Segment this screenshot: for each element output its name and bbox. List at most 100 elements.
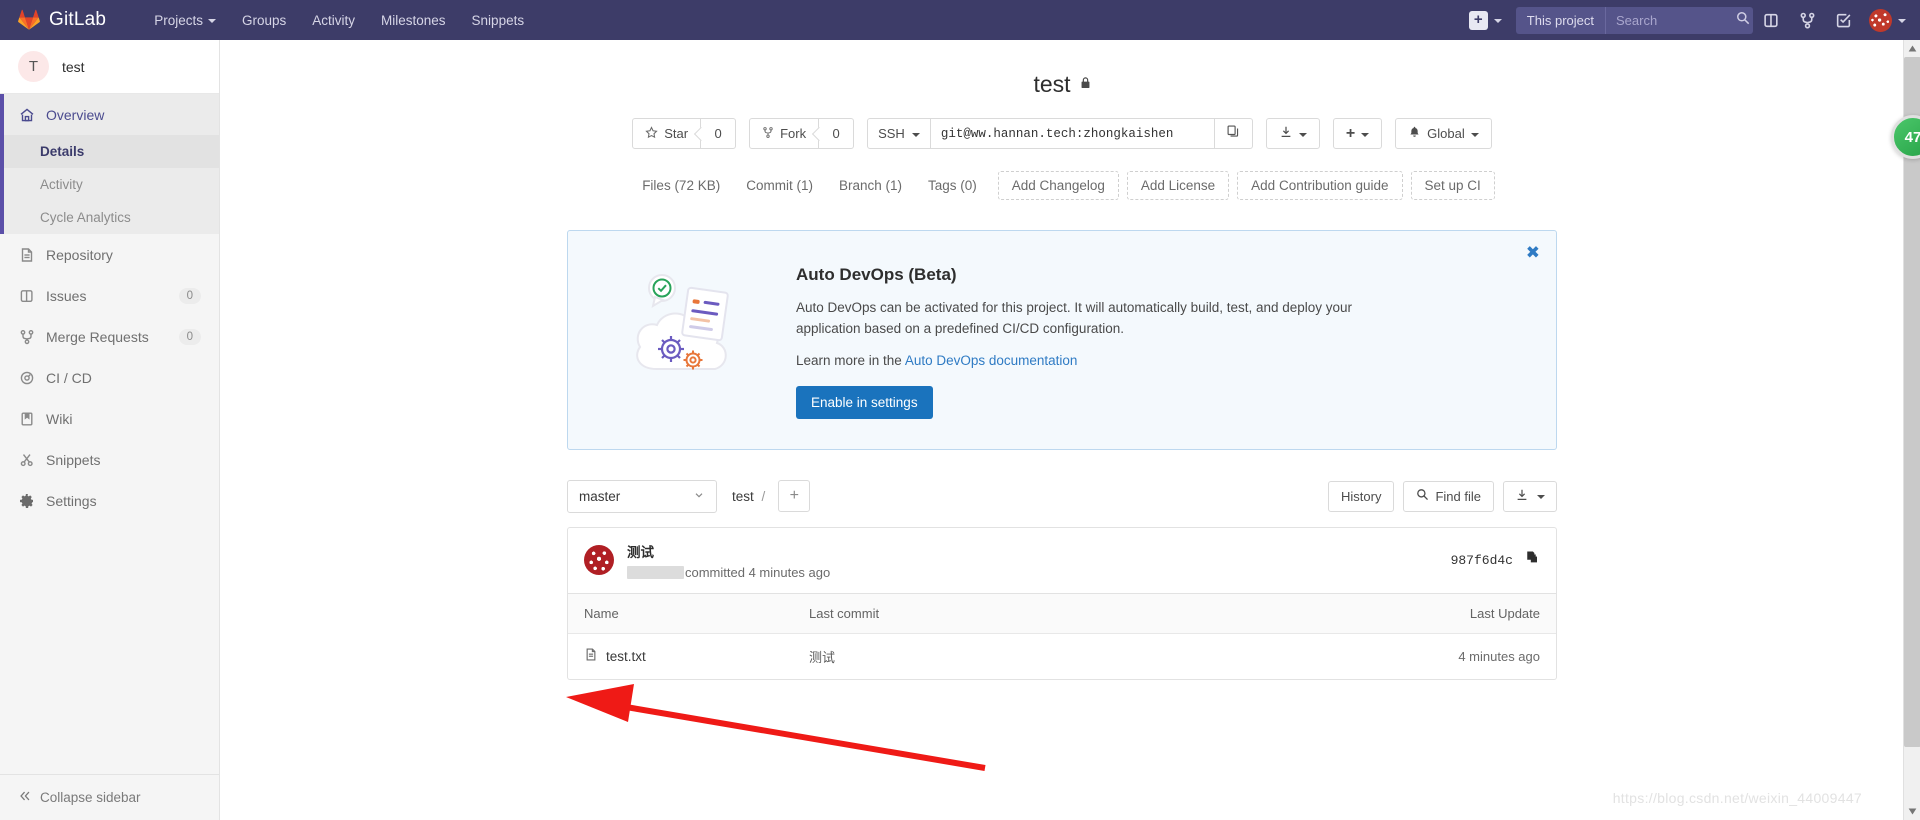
add-changelog-button[interactable]: Add Changelog <box>997 171 1119 200</box>
sidebar-item-issues[interactable]: Issues 0 <box>0 275 219 316</box>
sidebar-item-merge-requests[interactable]: Merge Requests 0 <box>0 316 219 357</box>
sidebar-item-ci-cd-label: CI / CD <box>46 369 92 386</box>
clone-protocol-label: SSH <box>878 126 905 141</box>
sidebar-item-issues-badge: 0 <box>178 287 201 304</box>
nav-link-activity[interactable]: Activity <box>299 2 368 39</box>
main-content: test Star 0 Fork 0 SSH git@ww.hannan.tec… <box>220 40 1904 820</box>
gitlab-fox-icon <box>18 9 40 31</box>
auto-devops-description: Auto DevOps can be activated for this pr… <box>796 300 1353 336</box>
sidebar-project-header[interactable]: T test <box>0 40 219 94</box>
fork-button[interactable]: Fork <box>749 118 820 149</box>
avatar[interactable] <box>1869 8 1892 32</box>
download-icon <box>1279 125 1293 142</box>
merge-requests-icon[interactable] <box>1789 0 1825 40</box>
star-count[interactable]: 0 <box>701 118 737 149</box>
copy-icon <box>1226 124 1240 143</box>
new-item-dropdown[interactable]: + <box>1468 10 1502 30</box>
find-file-button[interactable]: Find file <box>1403 480 1494 512</box>
add-new-button[interactable]: + <box>1332 118 1383 149</box>
sidebar-item-repository[interactable]: Repository <box>0 234 219 275</box>
sidebar-subitem-cycle-analytics[interactable]: Cycle Analytics <box>0 201 219 234</box>
breadcrumb: test / <box>732 489 769 504</box>
project-avatar: T <box>18 51 49 82</box>
add-contribution-guide-button[interactable]: Add Contribution guide <box>1237 171 1403 200</box>
table-row[interactable]: test.txt 测试 4 minutes ago <box>568 634 1556 679</box>
enable-in-settings-button[interactable]: Enable in settings <box>796 385 933 419</box>
column-header-last-commit: Last commit <box>809 605 880 621</box>
auto-devops-learn-prefix: Learn more in the <box>796 352 905 368</box>
sidebar-item-overview[interactable]: Overview <box>0 94 219 135</box>
tab-branch[interactable]: Branch (1) <box>826 171 915 200</box>
chevron-down-icon <box>1361 132 1370 137</box>
tab-files[interactable]: Files (72 KB) <box>629 171 733 200</box>
todos-icon[interactable] <box>1825 0 1861 40</box>
notification-dropdown[interactable]: Global <box>1395 118 1492 149</box>
search-icon[interactable] <box>1736 11 1750 30</box>
user-menu-chevron-down-icon[interactable] <box>1898 17 1906 23</box>
gitlab-logo-link[interactable]: GitLab <box>18 9 106 31</box>
add-license-button[interactable]: Add License <box>1126 171 1230 200</box>
sidebar-item-ci-cd[interactable]: CI / CD <box>0 357 219 398</box>
repository-toolbar: master test / + History Find file <box>567 479 1557 513</box>
search-input-wrapper[interactable] <box>1605 6 1753 34</box>
bell-icon <box>1408 125 1421 142</box>
file-name-label: test.txt <box>606 648 646 664</box>
sidebar-subitem-details[interactable]: Details <box>0 135 219 168</box>
chevron-down-icon <box>207 19 216 23</box>
commit-sha[interactable]: 987f6d4c <box>1451 553 1513 568</box>
clone-url-input[interactable]: git@ww.hannan.tech:zhongkaishen <box>930 118 1215 149</box>
copy-sha-icon[interactable] <box>1525 550 1540 570</box>
auto-devops-learn-more: Learn more in the Auto DevOps documentat… <box>796 353 1396 368</box>
sidebar-item-settings[interactable]: Settings <box>0 480 219 521</box>
project-title-row: test <box>567 54 1557 104</box>
history-button[interactable]: History <box>1328 480 1395 512</box>
project-tabs-row: Files (72 KB) Commit (1) Branch (1) Tags… <box>567 159 1557 208</box>
issues-icon[interactable] <box>1753 0 1789 40</box>
chevron-down-icon <box>693 489 705 504</box>
nav-link-projects[interactable]: Projects <box>141 2 229 39</box>
search-scope-button[interactable]: This project <box>1515 6 1605 34</box>
scrollbar-thumb[interactable] <box>1904 57 1920 747</box>
download-button[interactable] <box>1265 118 1320 149</box>
search-input[interactable] <box>1616 12 1736 28</box>
file-name-cell[interactable]: test.txt <box>584 647 809 665</box>
nav-link-milestones[interactable]: Milestones <box>368 2 459 39</box>
file-tree-header-row: Name Last commit Last Update <box>568 593 1556 634</box>
merge-requests-icon <box>18 328 35 345</box>
sidebar-item-wiki[interactable]: Wiki <box>0 398 219 439</box>
sidebar-subnav-overview: Details Activity Cycle Analytics <box>0 135 219 234</box>
scroll-down-arrow-icon[interactable] <box>1904 803 1920 820</box>
collapse-sidebar-button[interactable]: Collapse sidebar <box>0 774 219 820</box>
close-icon[interactable]: ✖ <box>1526 244 1540 261</box>
file-last-commit-label[interactable]: 测试 <box>809 647 1410 666</box>
star-label: Star <box>664 126 689 141</box>
sidebar-subitem-activity[interactable]: Activity <box>0 168 219 201</box>
sidebar-project-name: test <box>62 58 85 75</box>
tab-tags[interactable]: Tags (0) <box>915 171 990 200</box>
nav-link-snippets[interactable]: Snippets <box>459 2 538 39</box>
primary-nav: Projects Groups Activity Milestones Snip… <box>141 2 537 39</box>
clone-url-group: SSH git@ww.hannan.tech:zhongkaishen <box>867 118 1253 149</box>
copy-url-button[interactable] <box>1214 118 1253 149</box>
commit-message[interactable]: 测试 <box>627 541 830 561</box>
sidebar-item-snippets[interactable]: Snippets <box>0 439 219 480</box>
tab-commit[interactable]: Commit (1) <box>733 171 826 200</box>
fork-label: Fork <box>780 126 807 141</box>
plus-icon[interactable]: + <box>1468 10 1488 30</box>
clone-protocol-dropdown[interactable]: SSH <box>867 118 931 149</box>
column-header-name: Name <box>584 605 619 621</box>
download-source-button[interactable] <box>1503 480 1557 512</box>
add-to-tree-button[interactable]: + <box>778 480 811 513</box>
scroll-up-arrow-icon[interactable] <box>1904 40 1920 57</box>
breadcrumb-root[interactable]: test <box>732 489 754 504</box>
set-up-ci-button[interactable]: Set up CI <box>1410 171 1495 200</box>
auto-devops-documentation-link[interactable]: Auto DevOps documentation <box>905 353 1078 368</box>
document-icon <box>18 246 35 263</box>
lock-icon <box>1080 76 1091 94</box>
breadcrumb-separator: / <box>761 488 766 504</box>
fork-count[interactable]: 0 <box>819 118 855 149</box>
nav-link-groups[interactable]: Groups <box>229 2 299 39</box>
branch-selector[interactable]: master <box>567 479 717 513</box>
star-button[interactable]: Star <box>632 118 702 149</box>
star-group: Star 0 <box>632 118 737 149</box>
